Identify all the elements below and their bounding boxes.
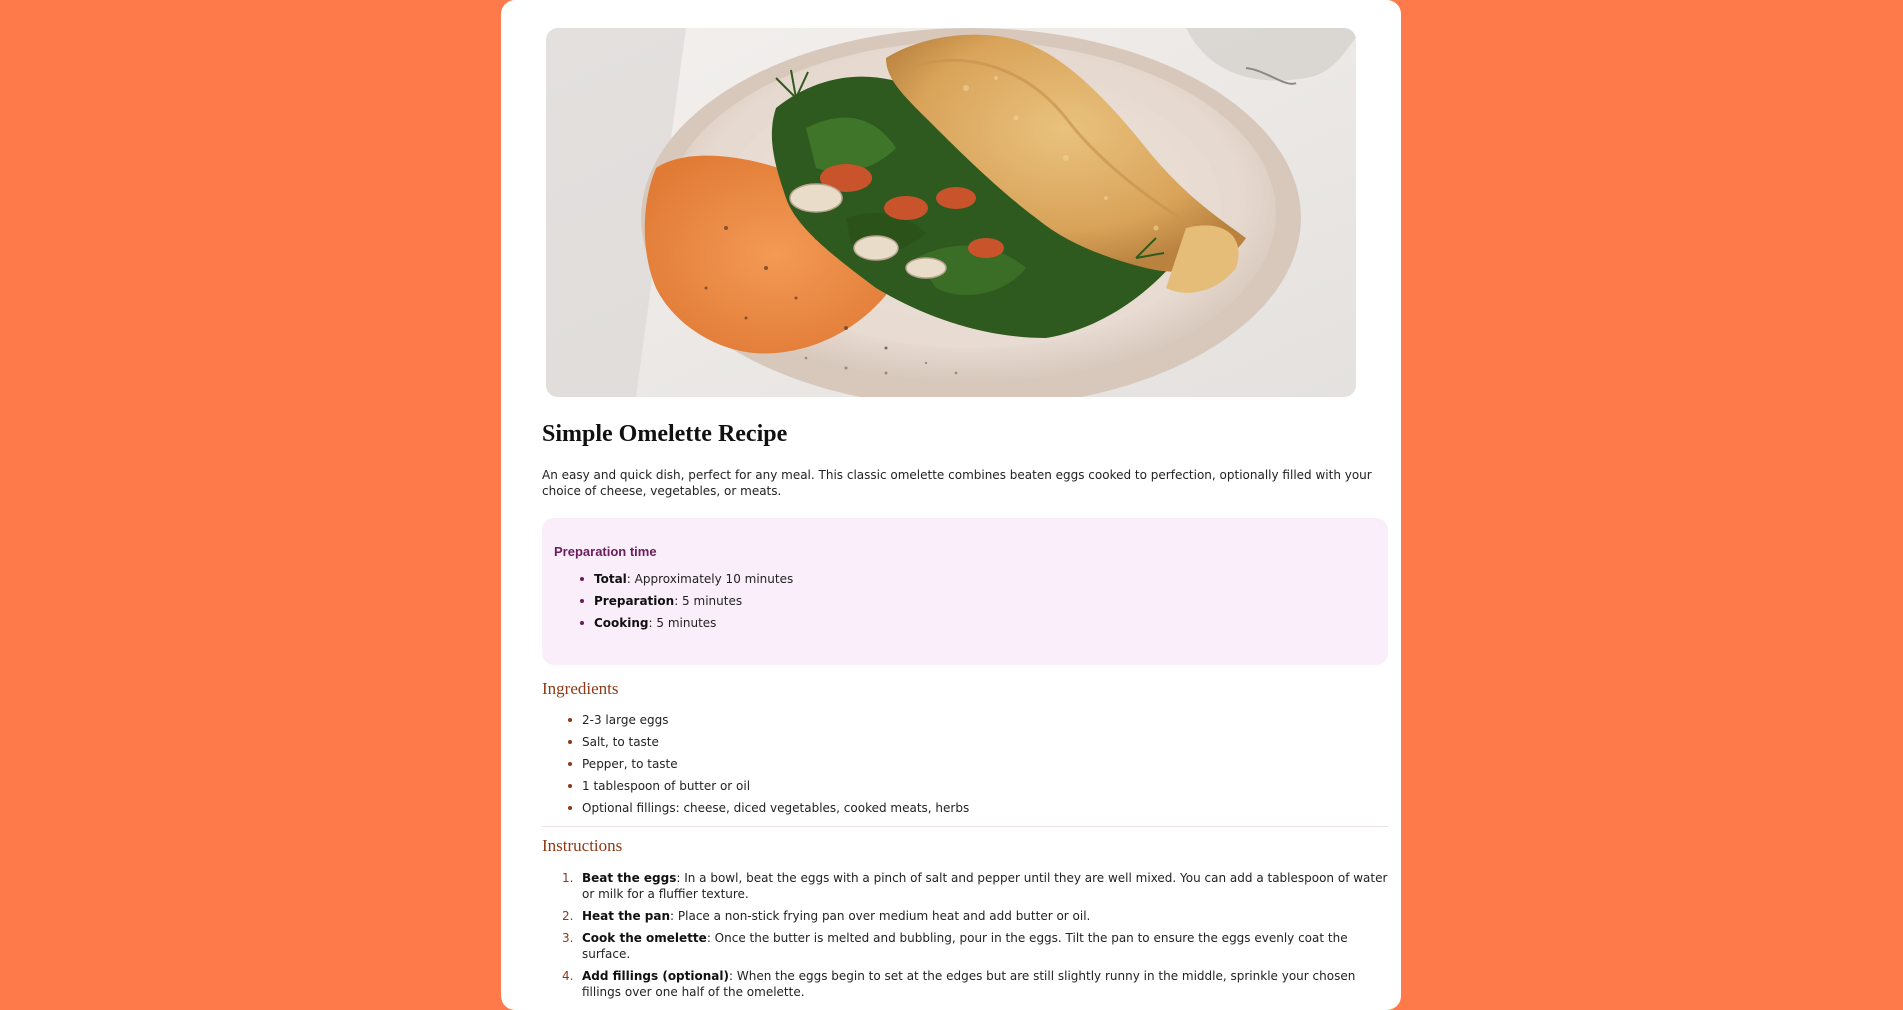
instructions-list: Beat the eggs: In a bowl, beat the eggs … (542, 870, 1388, 1000)
preparation-item: Preparation: 5 minutes (580, 593, 1376, 609)
instruction-step: Cook the omelette: Once the butter is me… (562, 930, 1388, 962)
preparation-item-label: Preparation (594, 593, 675, 608)
ingredients-list: 2-3 large eggs Salt, to taste Pepper, to… (542, 712, 1388, 816)
ingredient-item: Pepper, to taste (568, 756, 1388, 772)
omelette-photo (546, 28, 1356, 397)
instruction-step-text: : Place a non-stick frying pan over medi… (670, 908, 1091, 923)
instruction-step: Add fillings (optional): When the eggs b… (562, 968, 1388, 1000)
preparation-item-value: : 5 minutes (648, 615, 717, 630)
recipe-content: Simple Omelette Recipe An easy and quick… (542, 420, 1388, 1006)
recipe-intro: An easy and quick dish, perfect for any … (542, 467, 1372, 498)
recipe-image (546, 28, 1356, 397)
instruction-step-label: Beat the eggs (582, 870, 677, 885)
preparation-item: Total: Approximately 10 minutes (580, 571, 1376, 587)
ingredient-item: 2-3 large eggs (568, 712, 1388, 728)
preparation-item-label: Total (594, 571, 627, 586)
recipe-title: Simple Omelette Recipe (542, 421, 788, 447)
instruction-step-label: Cook the omelette (582, 930, 707, 945)
preparation-item-label: Cooking (594, 615, 649, 630)
preparation-item-value: : Approximately 10 minutes (626, 571, 794, 586)
instruction-step: Beat the eggs: In a bowl, beat the eggs … (562, 870, 1388, 902)
ingredient-item: Optional fillings: cheese, diced vegetab… (568, 800, 1388, 816)
preparation-item-value: : 5 minutes (674, 593, 743, 608)
instruction-step: Heat the pan: Place a non-stick frying p… (562, 908, 1388, 924)
ingredients-heading: Ingredients (542, 678, 619, 698)
preparation-title: Preparation time (554, 543, 657, 559)
instruction-step-label: Add fillings (optional) (582, 968, 729, 983)
preparation-time-box: Preparation time Total: Approximately 10… (542, 517, 1388, 665)
recipe-card: Simple Omelette Recipe An easy and quick… (501, 0, 1401, 1010)
ingredient-item: 1 tablespoon of butter or oil (568, 778, 1388, 794)
instruction-step-label: Heat the pan (582, 908, 671, 923)
instructions-heading: Instructions (542, 835, 623, 855)
section-divider (542, 825, 1388, 827)
instruction-step-text: : In a bowl, beat the eggs with a pinch … (582, 870, 1388, 901)
preparation-list: Total: Approximately 10 minutes Preparat… (554, 571, 1376, 631)
ingredient-item: Salt, to taste (568, 734, 1388, 750)
preparation-item: Cooking: 5 minutes (580, 615, 1376, 631)
